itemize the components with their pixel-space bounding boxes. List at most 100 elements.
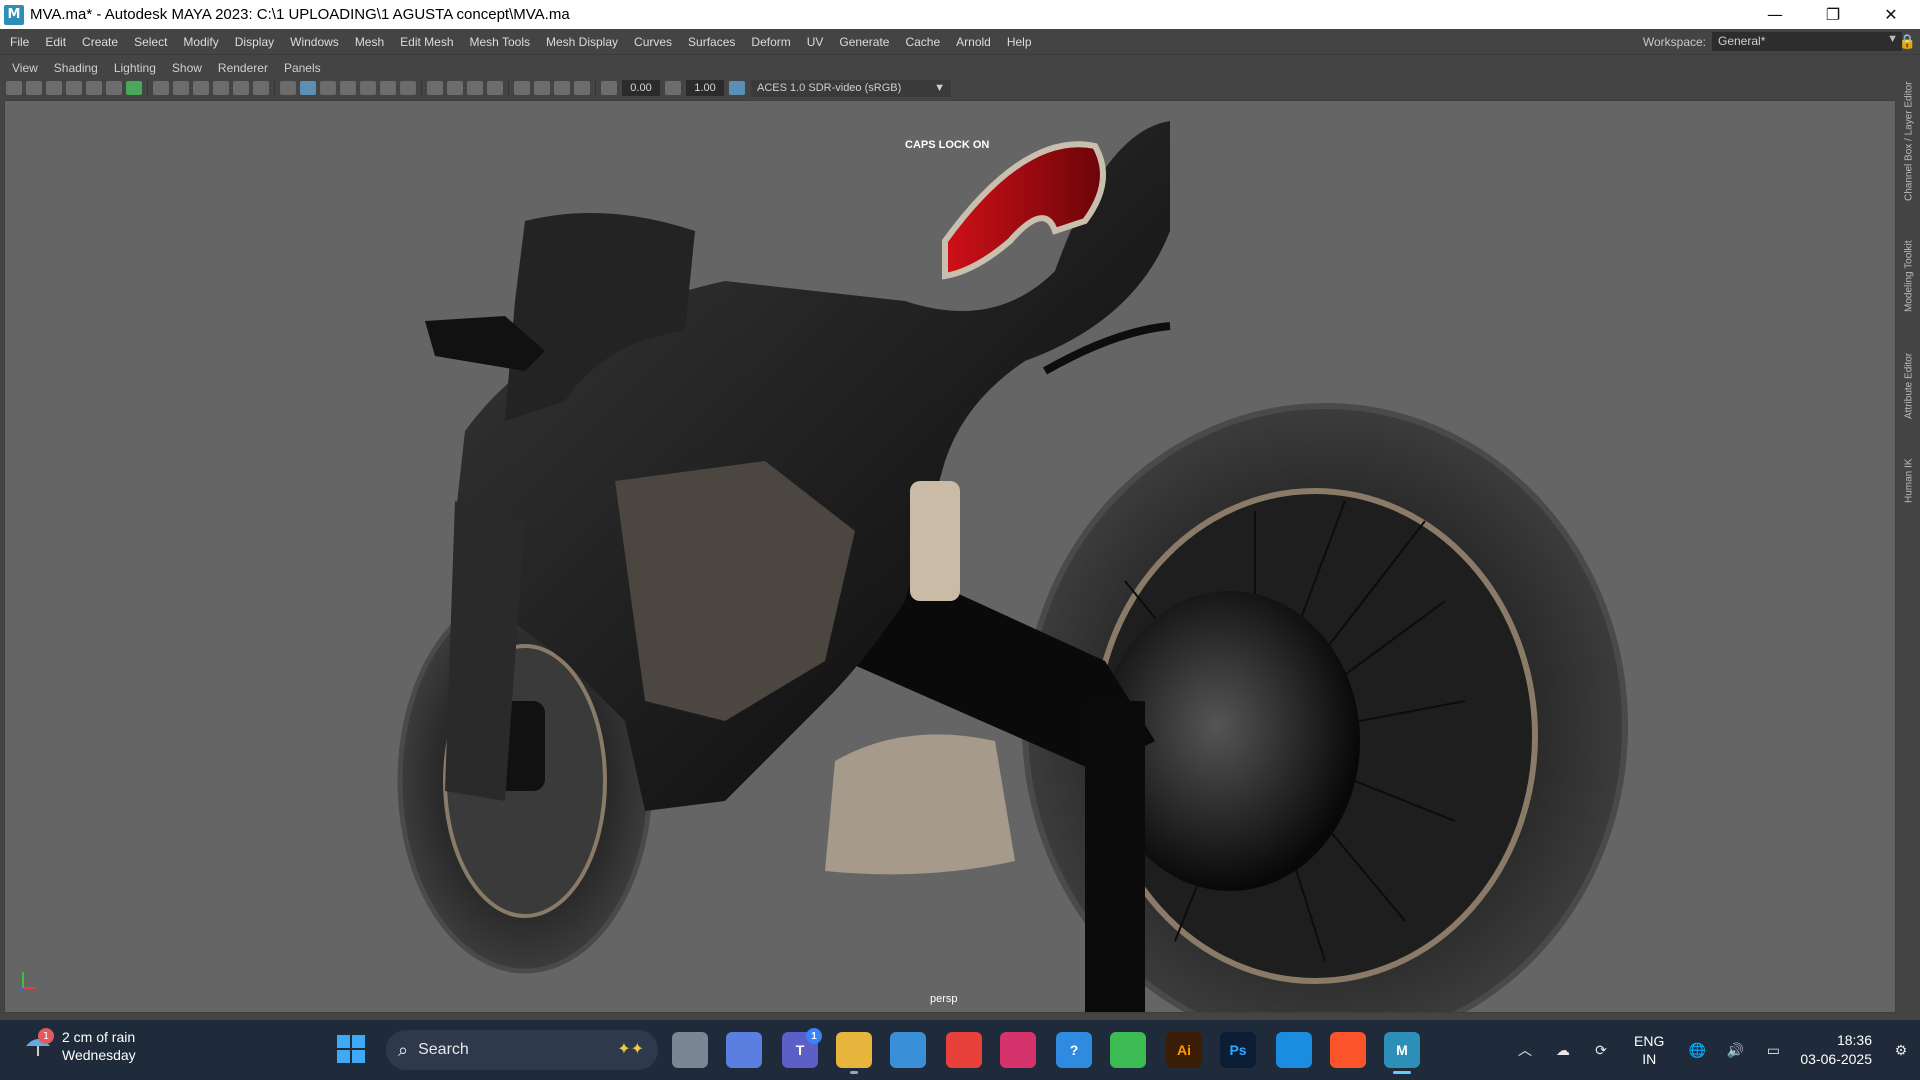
film-gate-icon[interactable] bbox=[153, 81, 169, 95]
panel-menu-panels[interactable]: Panels bbox=[276, 61, 329, 75]
menu-windows[interactable]: Windows bbox=[282, 35, 347, 49]
panel-menu-lighting[interactable]: Lighting bbox=[106, 61, 164, 75]
menu-curves[interactable]: Curves bbox=[626, 35, 680, 49]
window-title: MVA.ma* - Autodesk MAYA 2023: C:\1 UPLOA… bbox=[30, 6, 570, 23]
menu-mesh-display[interactable]: Mesh Display bbox=[538, 35, 626, 49]
grid-toggle-icon[interactable] bbox=[126, 81, 142, 95]
language-indicator[interactable]: ENG IN bbox=[1634, 1032, 1664, 1068]
wireframe-icon[interactable] bbox=[280, 81, 296, 95]
close-button[interactable]: ✕ bbox=[1862, 0, 1920, 29]
bookmarks-icon[interactable] bbox=[46, 81, 62, 95]
motion-blur-icon[interactable] bbox=[447, 81, 463, 95]
camera-attributes-icon[interactable] bbox=[26, 81, 42, 95]
xray-active-icon[interactable] bbox=[554, 81, 570, 95]
sync-icon[interactable]: ⟳ bbox=[1590, 1039, 1612, 1061]
default-material-icon[interactable] bbox=[320, 81, 336, 95]
illustrator-icon[interactable]: Ai bbox=[1166, 1032, 1202, 1068]
chrome-icon[interactable] bbox=[1110, 1032, 1146, 1068]
smooth-shade-icon[interactable] bbox=[300, 81, 316, 95]
shadows-icon[interactable] bbox=[400, 81, 416, 95]
onedrive-icon[interactable]: ☁ bbox=[1552, 1039, 1574, 1061]
menu-mesh-tools[interactable]: Mesh Tools bbox=[462, 35, 538, 49]
maya-taskbar-icon[interactable]: M bbox=[1384, 1032, 1420, 1074]
lock-icon[interactable]: 🔒 bbox=[1899, 34, 1916, 50]
main-menu-bar: File Edit Create Select Modify Display W… bbox=[0, 29, 1920, 55]
microsoft-store-icon[interactable] bbox=[890, 1032, 926, 1068]
tab-attribute-editor[interactable]: Attribute Editor bbox=[1900, 336, 1918, 436]
gamma-field[interactable]: 1.00 bbox=[686, 80, 724, 96]
forza-icon[interactable] bbox=[1000, 1032, 1036, 1068]
ambient-occlusion-icon[interactable] bbox=[427, 81, 443, 95]
xray-icon[interactable] bbox=[534, 81, 550, 95]
brave-icon[interactable] bbox=[1330, 1032, 1366, 1068]
clock[interactable]: 18:36 03-06-2025 bbox=[1800, 1031, 1872, 1069]
teams-notification-badge: 1 bbox=[806, 1028, 822, 1044]
shaded-wireframe-icon[interactable] bbox=[340, 81, 356, 95]
workspace-dropdown[interactable]: General* ▼ bbox=[1712, 32, 1902, 51]
panel-menu-renderer[interactable]: Renderer bbox=[210, 61, 276, 75]
menu-mesh[interactable]: Mesh bbox=[347, 35, 392, 49]
file-explorer-icon[interactable] bbox=[836, 1032, 872, 1074]
minimize-button[interactable]: — bbox=[1746, 0, 1804, 29]
menu-file[interactable]: File bbox=[0, 35, 37, 49]
menu-display[interactable]: Display bbox=[227, 35, 282, 49]
network-globe-icon[interactable]: 🌐 bbox=[1686, 1039, 1708, 1061]
menu-arnold[interactable]: Arnold bbox=[948, 35, 999, 49]
safe-action-icon[interactable] bbox=[233, 81, 249, 95]
edge-icon[interactable] bbox=[1276, 1032, 1312, 1068]
grease-pencil-icon[interactable] bbox=[106, 81, 122, 95]
tab-channel-box-layer-editor[interactable]: Channel Box / Layer Editor bbox=[1900, 66, 1918, 216]
depth-of-field-icon[interactable] bbox=[487, 81, 503, 95]
view-transform-dropdown[interactable]: ACES 1.0 SDR-video (sRGB) ▼ bbox=[751, 79, 951, 97]
isolate-select-icon[interactable] bbox=[514, 81, 530, 95]
field-chart-icon[interactable] bbox=[213, 81, 229, 95]
panel-menu-show[interactable]: Show bbox=[164, 61, 210, 75]
restore-button[interactable]: ❐ bbox=[1804, 0, 1862, 29]
menu-deform[interactable]: Deform bbox=[743, 35, 798, 49]
menu-modify[interactable]: Modify bbox=[175, 35, 226, 49]
windows-start-icon[interactable] bbox=[336, 1034, 366, 1064]
menu-generate[interactable]: Generate bbox=[831, 35, 897, 49]
perspective-viewport[interactable]: CAPS LOCK ON persp bbox=[4, 100, 1896, 1013]
menu-surfaces[interactable]: Surfaces bbox=[680, 35, 743, 49]
use-all-lights-icon[interactable] bbox=[380, 81, 396, 95]
menu-edit[interactable]: Edit bbox=[37, 35, 74, 49]
panel-menu-shading[interactable]: Shading bbox=[46, 61, 106, 75]
taskbar-search[interactable]: ⌕ Search ✦✦ bbox=[386, 1030, 658, 1070]
anydesk-icon[interactable] bbox=[946, 1032, 982, 1068]
color-management-icon[interactable] bbox=[729, 81, 745, 95]
menu-select[interactable]: Select bbox=[126, 35, 175, 49]
teams-icon[interactable]: T 1 bbox=[782, 1028, 822, 1068]
menu-create[interactable]: Create bbox=[74, 35, 126, 49]
battery-icon[interactable]: ▭ bbox=[1762, 1039, 1784, 1061]
exposure-field[interactable]: 0.00 bbox=[622, 80, 660, 96]
tab-human-ik[interactable]: Human IK bbox=[1900, 446, 1918, 516]
view-transform-value: ACES 1.0 SDR-video (sRGB) bbox=[757, 82, 902, 94]
weather-widget[interactable]: 1 2 cm of rain Wednesday bbox=[24, 1028, 136, 1064]
notification-settings-icon[interactable]: ⚙ bbox=[1890, 1039, 1912, 1061]
textured-icon[interactable] bbox=[360, 81, 376, 95]
volume-icon[interactable]: 🔊 bbox=[1724, 1039, 1746, 1061]
menu-edit-mesh[interactable]: Edit Mesh bbox=[392, 35, 461, 49]
copilot-icon[interactable] bbox=[726, 1032, 762, 1068]
photoshop-icon[interactable]: Ps bbox=[1220, 1032, 1256, 1068]
help-icon[interactable]: ? bbox=[1056, 1032, 1092, 1068]
panel-menu-view[interactable]: View bbox=[4, 61, 46, 75]
resolution-gate-icon[interactable] bbox=[173, 81, 189, 95]
search-placeholder: Search bbox=[418, 1041, 469, 1058]
safe-title-icon[interactable] bbox=[253, 81, 269, 95]
menu-cache[interactable]: Cache bbox=[897, 35, 948, 49]
gate-mask-icon[interactable] bbox=[193, 81, 209, 95]
gamma-icon[interactable] bbox=[665, 81, 681, 95]
xray-joints-icon[interactable] bbox=[574, 81, 590, 95]
exposure-icon[interactable] bbox=[601, 81, 617, 95]
menu-help[interactable]: Help bbox=[999, 35, 1040, 49]
select-camera-icon[interactable] bbox=[6, 81, 22, 95]
task-view-icon[interactable] bbox=[672, 1032, 708, 1068]
anti-aliasing-icon[interactable] bbox=[467, 81, 483, 95]
tab-modeling-toolkit[interactable]: Modeling Toolkit bbox=[1900, 226, 1918, 326]
image-plane-icon[interactable] bbox=[66, 81, 82, 95]
chevron-up-icon[interactable]: ︿ bbox=[1514, 1039, 1536, 1061]
two-d-pan-icon[interactable] bbox=[86, 81, 102, 95]
menu-uv[interactable]: UV bbox=[799, 35, 832, 49]
